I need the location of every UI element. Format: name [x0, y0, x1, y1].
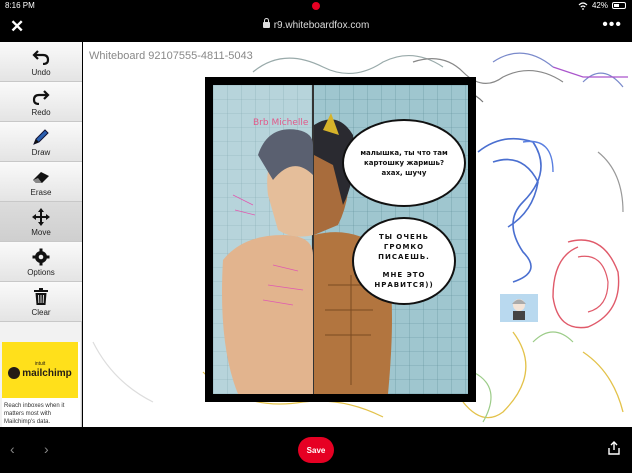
erase-label: Erase — [30, 188, 52, 197]
pencil-icon — [33, 129, 49, 145]
bubble-bottom-line-3: ПИСАЕШЬ. — [378, 253, 430, 261]
meme-image[interactable]: Brb Michelle малышка, ты что там картошк… — [205, 77, 476, 402]
redo-button[interactable]: Redo — [0, 82, 82, 122]
bubble-bottom-line-5: НРАВИТСЯ)) — [374, 281, 434, 289]
status-bar: 8:16 PM 42% — [0, 0, 632, 12]
whiteboard-canvas[interactable]: Whiteboard 92107555-4811-5043 Brb Michel… — [83, 42, 632, 427]
speech-bubble-top: малышка, ты что там картошку жаришь? аха… — [342, 119, 466, 207]
more-options-icon[interactable]: ••• — [602, 16, 622, 34]
browser-bar: ✕ r9.whiteboardfox.com ••• — [0, 12, 632, 42]
bottom-bar: ‹ › Save — [0, 427, 632, 473]
undo-label: Undo — [31, 68, 51, 77]
bubble-top-line-3: ахах, шучу — [381, 169, 427, 177]
small-character-image[interactable] — [500, 294, 538, 322]
whiteboard-title: Whiteboard 92107555-4811-5043 — [89, 50, 253, 62]
svg-text:Brb Michelle: Brb Michelle — [253, 118, 309, 128]
back-icon[interactable]: ‹ — [10, 441, 15, 457]
ad-logo: intuit mailchimp — [2, 342, 78, 398]
status-time: 8:16 PM — [5, 1, 35, 10]
erase-button[interactable]: Erase — [0, 162, 82, 202]
bubble-bottom-line-1: ТЫ ОЧЕНЬ — [378, 233, 430, 241]
undo-button[interactable]: Undo — [0, 42, 82, 82]
clear-button[interactable]: Clear — [0, 282, 82, 322]
status-right: 42% — [578, 1, 626, 10]
battery-icon — [612, 2, 626, 9]
gear-icon — [32, 248, 50, 266]
options-button[interactable]: Options — [0, 242, 82, 282]
redo-label: Redo — [31, 108, 51, 117]
eraser-icon — [33, 172, 49, 183]
draw-button[interactable]: Draw — [0, 122, 82, 162]
meme-image-content: Brb Michelle малышка, ты что там картошк… — [213, 85, 468, 394]
move-label: Move — [31, 228, 51, 237]
draw-label: Draw — [31, 148, 51, 157]
battery-percent: 42% — [591, 1, 608, 10]
ad-brand-name-row: mailchimp — [8, 367, 72, 379]
toolbar: Undo Redo Draw Erase Move Options Clear — [0, 42, 82, 427]
address-bar[interactable]: r9.whiteboardfox.com — [0, 18, 632, 31]
forward-icon[interactable]: › — [44, 441, 49, 457]
redo-icon — [32, 90, 50, 105]
share-icon[interactable] — [608, 441, 620, 455]
mailchimp-logo-icon — [8, 367, 21, 379]
move-arrows-icon — [32, 208, 50, 226]
options-label: Options — [27, 268, 55, 277]
lock-icon — [262, 18, 270, 28]
ad-text: Reach inboxes when it matters most with … — [4, 403, 65, 425]
pinterest-icon — [312, 2, 320, 10]
bubble-bottom-line-4: МНЕ ЭТО — [382, 271, 426, 279]
mailchimp-ad[interactable]: intuit mailchimp Reach inboxes when it m… — [2, 342, 80, 427]
bubble-bottom-line-2: ГРОМКО — [383, 243, 425, 251]
trash-icon — [34, 288, 48, 305]
bubble-top-line-1: малышка, ты что там — [360, 149, 448, 157]
url-text: r9.whiteboardfox.com — [273, 20, 370, 31]
wifi-icon — [578, 1, 588, 10]
speech-bubble-bottom: ТЫ ОЧЕНЬ ГРОМКО ПИСАЕШЬ. МНЕ ЭТО НРАВИТС… — [352, 217, 456, 305]
screen: 8:16 PM 42% ✕ r9.whiteboardfox.com ••• U… — [0, 0, 632, 473]
bubble-top-line-2: картошку жаришь? — [363, 159, 445, 167]
save-button[interactable]: Save — [298, 437, 334, 463]
clear-label: Clear — [31, 308, 51, 317]
move-button[interactable]: Move — [0, 202, 82, 242]
character-thumbnail — [512, 299, 526, 320]
ad-brand-name: mailchimp — [22, 367, 72, 379]
undo-icon — [32, 50, 50, 65]
